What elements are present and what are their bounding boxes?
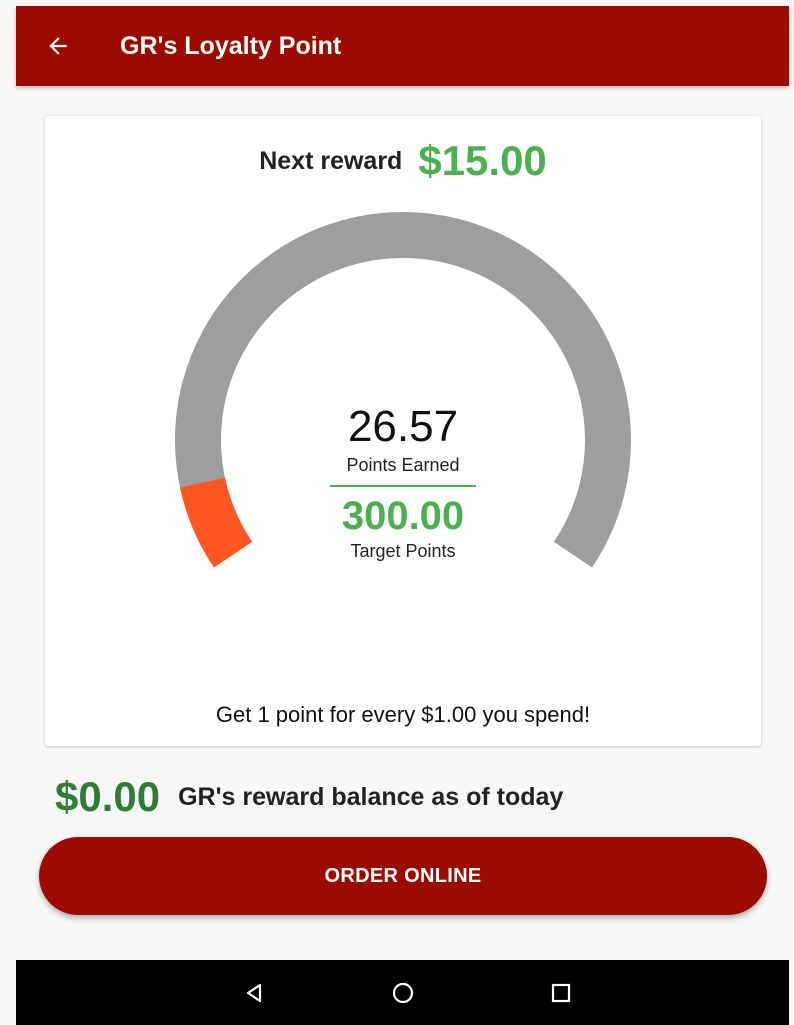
nav-back-button[interactable] [239, 978, 269, 1008]
nav-home-button[interactable] [388, 978, 418, 1008]
arrow-left-icon [49, 37, 67, 55]
gauge-divider [330, 485, 476, 487]
nav-recents-button[interactable] [546, 978, 576, 1008]
back-button[interactable] [38, 26, 78, 66]
triangle-back-icon [246, 983, 262, 1003]
app-bar: GR's Loyalty Point [16, 6, 789, 86]
reward-balance-amount: $0.00 [55, 773, 161, 820]
earn-rule-text: Get 1 point for every $1.00 you spend! [215, 702, 591, 727]
reward-balance-label: GR's reward balance as of today [178, 782, 564, 811]
system-nav-bar [16, 960, 789, 1025]
gauge-progress [180, 477, 253, 568]
square-recents-icon [551, 983, 571, 1003]
target-points-value: 300.00 [341, 494, 465, 538]
order-online-button[interactable]: ORDER ONLINE [39, 837, 767, 915]
points-earned-value: 26.57 [347, 402, 459, 451]
target-points-label: Target Points [350, 541, 456, 561]
points-earned-label: Points Earned [346, 455, 460, 475]
reward-balance-line: $0.00 GR's reward balance as of today [55, 770, 563, 824]
page-title: GR's Loyalty Point [120, 31, 342, 60]
loyalty-card: Next reward $15.00 26.57 Points Earned 3… [45, 116, 761, 746]
gauge-center: 26.57 Points Earned 300.00 Target Points [303, 401, 503, 563]
circle-home-icon [392, 982, 414, 1004]
